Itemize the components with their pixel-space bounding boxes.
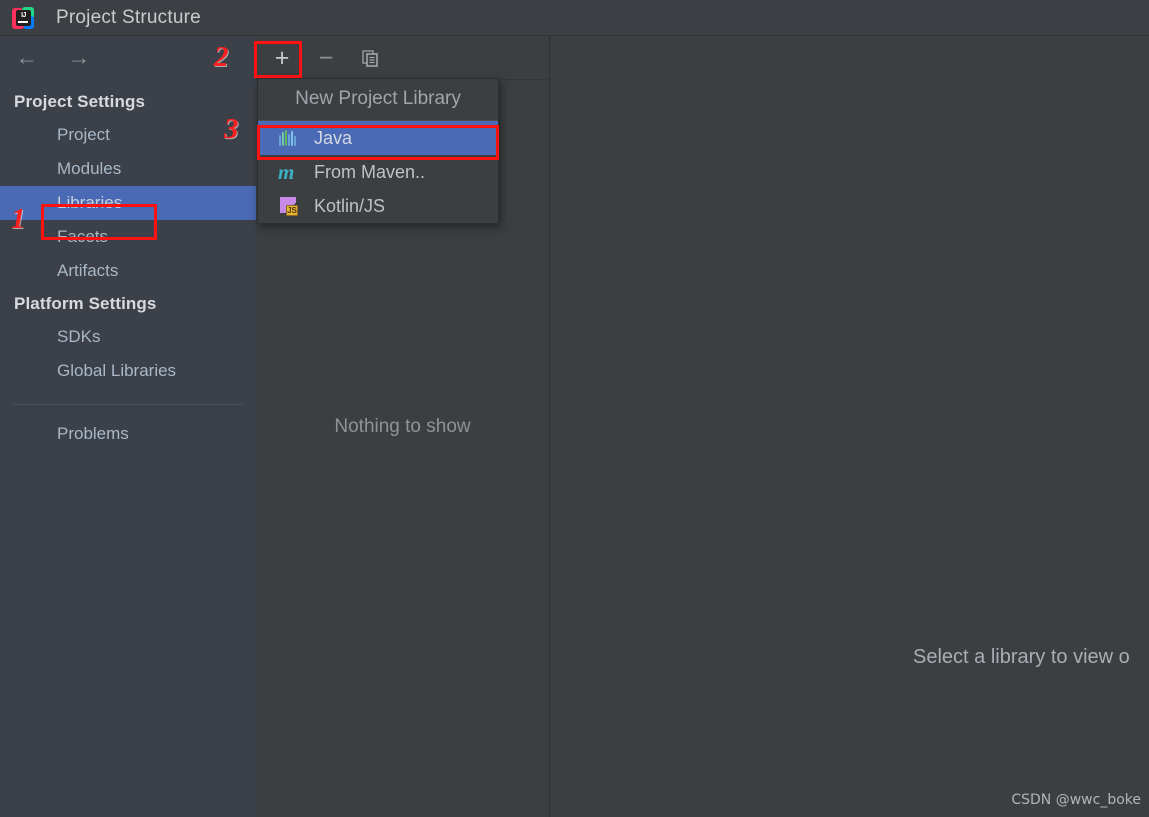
sidebar-item-list: Project Settings Project Modules Librari…: [0, 80, 256, 451]
arrow-right-icon[interactable]: →: [64, 46, 94, 70]
java-library-icon: [278, 128, 300, 148]
new-project-library-popup: New Project Library Java m From Maven.. …: [257, 78, 499, 224]
kotlin-js-icon: JS: [278, 196, 300, 216]
add-library-button[interactable]: +: [268, 44, 296, 72]
arrow-left-icon[interactable]: ←: [12, 46, 42, 70]
sidebar-item-facets[interactable]: Facets: [0, 220, 256, 254]
navigation-buttons: ← →: [0, 36, 256, 80]
sidebar-divider: [12, 404, 244, 405]
popup-item-java[interactable]: Java: [258, 121, 498, 155]
library-detail-panel: Select a library to view o CSDN @wwc_bok…: [551, 36, 1149, 817]
maven-icon: m: [278, 160, 295, 184]
sidebar-item-project[interactable]: Project: [0, 118, 256, 152]
popup-item-kotlin-js-label: Kotlin/JS: [314, 195, 386, 216]
popup-item-java-label: Java: [314, 127, 353, 148]
intellij-idea-logo-icon: IJ: [12, 6, 34, 29]
sidebar-item-artifacts[interactable]: Artifacts: [0, 254, 256, 288]
sidebar-group-project-settings: Project Settings: [14, 92, 146, 111]
sidebar-item-global-libraries[interactable]: Global Libraries: [0, 354, 256, 388]
copy-icon: [362, 49, 378, 67]
project-structure-dialog: IJ Project Structure ← → Project Setting…: [0, 0, 1149, 817]
sidebar-group-platform-settings: Platform Settings: [14, 294, 157, 313]
title-bar: IJ Project Structure: [0, 0, 1149, 36]
library-detail-placeholder: Select a library to view o: [913, 646, 1130, 668]
watermark-text: CSDN @wwc_boke: [1011, 792, 1141, 808]
settings-sidebar: ← → Project Settings Project Modules Lib…: [0, 36, 256, 817]
sidebar-item-problems[interactable]: Problems: [0, 417, 256, 451]
popup-item-from-maven[interactable]: m From Maven..: [258, 155, 498, 189]
sidebar-item-modules[interactable]: Modules: [0, 152, 256, 186]
libraries-toolbar: + −: [256, 36, 549, 80]
window-title: Project Structure: [56, 6, 201, 28]
popup-item-from-maven-label: From Maven..: [314, 161, 426, 182]
copy-library-button[interactable]: [356, 44, 384, 72]
sidebar-item-libraries[interactable]: Libraries: [0, 186, 256, 220]
sidebar-item-sdks[interactable]: SDKs: [0, 320, 256, 354]
popup-item-kotlin-js[interactable]: JS Kotlin/JS: [258, 189, 498, 223]
popup-title: New Project Library: [258, 79, 498, 121]
remove-library-button[interactable]: −: [312, 44, 340, 72]
